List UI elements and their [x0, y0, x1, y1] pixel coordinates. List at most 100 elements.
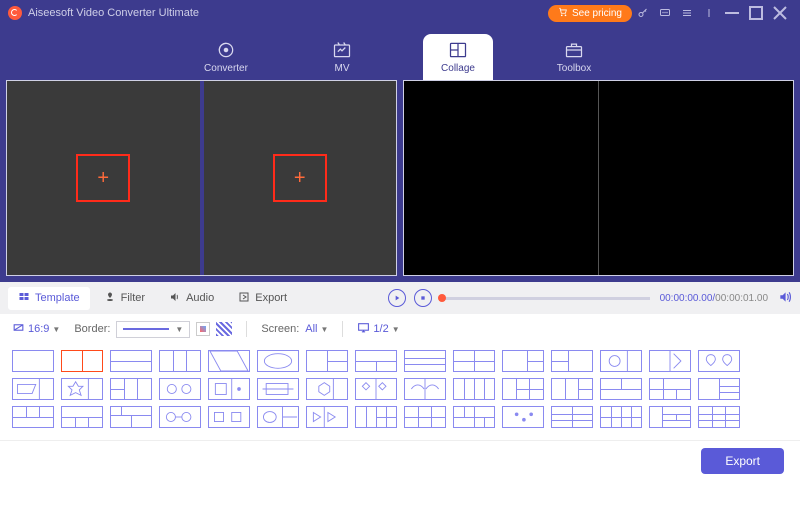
template-item[interactable]: [61, 378, 103, 400]
template-item[interactable]: [306, 350, 348, 372]
preview-divider: [598, 81, 599, 275]
monitor-icon: [357, 321, 370, 337]
plus-icon: +: [294, 167, 306, 190]
tab-template-label: Template: [35, 292, 80, 304]
template-item[interactable]: [551, 406, 593, 428]
template-item[interactable]: [551, 350, 593, 372]
template-item[interactable]: [355, 378, 397, 400]
feedback-icon[interactable]: [654, 2, 676, 24]
template-item[interactable]: [502, 406, 544, 428]
screen-value: All: [305, 323, 317, 335]
template-item[interactable]: [649, 406, 691, 428]
template-item[interactable]: [649, 350, 691, 372]
template-item[interactable]: [110, 406, 152, 428]
mv-icon: [332, 40, 352, 60]
template-item[interactable]: [600, 406, 642, 428]
collage-slot-2[interactable]: +: [204, 81, 397, 275]
template-item[interactable]: [600, 378, 642, 400]
page-value: 1/2: [373, 323, 388, 335]
template-item[interactable]: [502, 350, 544, 372]
nav-mv-label: MV: [335, 63, 350, 74]
template-item[interactable]: [306, 378, 348, 400]
nav-collage[interactable]: Collage: [423, 34, 493, 80]
template-item[interactable]: [453, 406, 495, 428]
screen-dropdown[interactable]: All ▼: [305, 323, 328, 335]
key-icon[interactable]: [632, 2, 654, 24]
preview-slot-1: [404, 81, 595, 275]
screen-label: Screen:: [261, 323, 299, 335]
stop-button[interactable]: [414, 289, 432, 307]
template-item[interactable]: [453, 350, 495, 372]
template-item[interactable]: [208, 378, 250, 400]
template-item[interactable]: [698, 350, 740, 372]
border-style-dropdown[interactable]: ▼: [116, 321, 190, 338]
volume-button[interactable]: [778, 290, 792, 307]
template-item[interactable]: [257, 350, 299, 372]
plus-icon: +: [97, 167, 109, 190]
aspect-ratio-dropdown[interactable]: 16:9 ▼: [12, 321, 60, 337]
export-button[interactable]: Export: [701, 448, 784, 474]
template-item[interactable]: [208, 406, 250, 428]
nav-toolbox[interactable]: Toolbox: [539, 34, 609, 80]
border-pattern-button[interactable]: [216, 322, 232, 336]
see-pricing-button[interactable]: See pricing: [548, 5, 632, 22]
export-icon: [238, 291, 250, 306]
tab-filter-label: Filter: [121, 292, 145, 304]
template-item[interactable]: [453, 378, 495, 400]
template-item[interactable]: [404, 378, 446, 400]
slot-2-selection: +: [273, 154, 327, 202]
template-item[interactable]: [257, 378, 299, 400]
border-label: Border:: [74, 323, 110, 335]
timeline-slider[interactable]: [440, 297, 650, 300]
page-dropdown[interactable]: 1/2 ▼: [357, 321, 399, 337]
nav-mv[interactable]: MV: [307, 34, 377, 80]
chevron-down-icon: ▼: [392, 325, 400, 334]
tab-export[interactable]: Export: [228, 287, 297, 310]
template-item[interactable]: [110, 378, 152, 400]
collage-icon: [448, 40, 468, 60]
template-item[interactable]: [110, 350, 152, 372]
timeline-playhead[interactable]: [438, 294, 446, 302]
template-item[interactable]: [600, 350, 642, 372]
template-item[interactable]: [257, 406, 299, 428]
template-item[interactable]: [159, 350, 201, 372]
minimize-button[interactable]: [720, 2, 744, 24]
template-item[interactable]: [404, 406, 446, 428]
template-item[interactable]: [502, 378, 544, 400]
tab-audio[interactable]: Audio: [159, 287, 224, 310]
app-title: Aiseesoft Video Converter Ultimate: [28, 7, 199, 19]
tab-filter[interactable]: Filter: [94, 287, 155, 310]
template-item[interactable]: [61, 406, 103, 428]
template-item[interactable]: [404, 350, 446, 372]
slot-1-selection: +: [76, 154, 130, 202]
cart-icon: [558, 7, 568, 20]
collage-slot-1[interactable]: +: [7, 81, 200, 275]
audio-icon: [169, 291, 181, 306]
template-item-selected[interactable]: [61, 350, 103, 372]
app-logo: [8, 6, 22, 20]
template-item[interactable]: [208, 350, 250, 372]
nav-collage-label: Collage: [441, 63, 475, 74]
tab-export-label: Export: [255, 292, 287, 304]
preview-slot-2: [602, 81, 793, 275]
template-item[interactable]: [12, 406, 54, 428]
template-item[interactable]: [698, 378, 740, 400]
see-pricing-label: See pricing: [572, 8, 622, 19]
template-item[interactable]: [12, 378, 54, 400]
template-item[interactable]: [649, 378, 691, 400]
menu-icon[interactable]: [676, 2, 698, 24]
template-item[interactable]: [551, 378, 593, 400]
maximize-button[interactable]: [744, 2, 768, 24]
template-item[interactable]: [159, 378, 201, 400]
template-item[interactable]: [355, 350, 397, 372]
template-item[interactable]: [306, 406, 348, 428]
border-color-picker[interactable]: [196, 322, 210, 336]
template-item[interactable]: [159, 406, 201, 428]
play-button[interactable]: [388, 289, 406, 307]
template-item[interactable]: [12, 350, 54, 372]
tab-template[interactable]: Template: [8, 287, 90, 310]
template-item[interactable]: [698, 406, 740, 428]
template-item[interactable]: [355, 406, 397, 428]
close-button[interactable]: [768, 2, 792, 24]
nav-converter[interactable]: Converter: [191, 34, 261, 80]
